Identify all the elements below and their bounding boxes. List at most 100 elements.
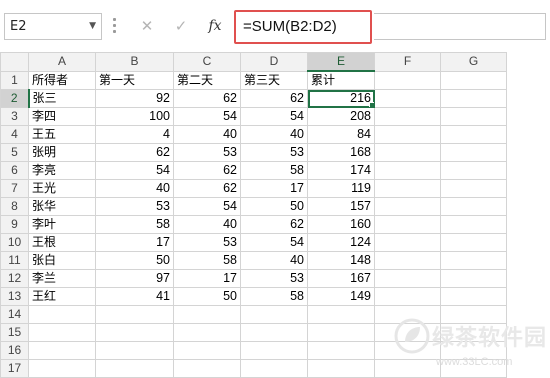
cell-e[interactable]: 160 <box>307 215 375 234</box>
cell-e[interactable]: 84 <box>307 125 375 144</box>
cell-empty[interactable] <box>374 143 441 162</box>
cell-empty[interactable] <box>440 197 507 216</box>
row-header[interactable]: 3 <box>0 107 29 126</box>
cell-c[interactable]: 40 <box>173 125 241 144</box>
row-header[interactable]: 6 <box>0 161 29 180</box>
cell-c[interactable]: 50 <box>173 287 241 306</box>
cell-c[interactable]: 54 <box>173 197 241 216</box>
cell-a[interactable]: 张华 <box>28 197 96 216</box>
cell-d[interactable]: 40 <box>240 125 308 144</box>
cell-e[interactable]: 148 <box>307 251 375 270</box>
cell-b[interactable]: 58 <box>95 215 174 234</box>
row-header[interactable]: 7 <box>0 179 29 198</box>
cell-c[interactable]: 58 <box>173 251 241 270</box>
insert-function-button[interactable]: fx <box>204 14 226 38</box>
cell-d[interactable]: 54 <box>240 233 308 252</box>
cell-d[interactable] <box>240 305 308 324</box>
formula-input-extension[interactable] <box>374 13 546 40</box>
cell-a[interactable]: 所得者 <box>28 70 96 90</box>
cell-empty[interactable] <box>440 269 507 288</box>
cell-b[interactable]: 50 <box>95 251 174 270</box>
cell-empty[interactable] <box>374 89 441 108</box>
cell-a[interactable] <box>28 359 96 378</box>
cell-c[interactable] <box>173 323 241 342</box>
cell-empty[interactable] <box>440 89 507 108</box>
cell-a[interactable]: 李兰 <box>28 269 96 288</box>
cell-d[interactable]: 58 <box>240 287 308 306</box>
cell-d[interactable]: 40 <box>240 251 308 270</box>
cell-c[interactable]: 第二天 <box>173 70 241 90</box>
cell-e[interactable] <box>307 305 375 324</box>
cell-c[interactable]: 62 <box>173 179 241 198</box>
cell-empty[interactable] <box>374 215 441 234</box>
row-header-selected[interactable]: 2 <box>0 89 30 108</box>
cell-empty[interactable] <box>440 179 507 198</box>
row-header[interactable]: 5 <box>0 143 29 162</box>
cell-b[interactable]: 62 <box>95 143 174 162</box>
grip-icon[interactable] <box>113 18 117 34</box>
column-header[interactable]: B <box>95 52 174 72</box>
cell-d[interactable]: 62 <box>240 215 308 234</box>
row-header[interactable]: 17 <box>0 359 29 378</box>
cell-d[interactable]: 第三天 <box>240 70 308 90</box>
cell-e[interactable]: 累计 <box>307 70 375 90</box>
cell-d[interactable] <box>240 359 308 378</box>
active-cell[interactable]: 216 <box>307 89 375 108</box>
name-box[interactable]: E2 ▼ <box>4 13 102 40</box>
cell-e[interactable]: 124 <box>307 233 375 252</box>
column-header[interactable]: A <box>28 52 96 72</box>
cell-empty[interactable] <box>374 197 441 216</box>
cell-a[interactable]: 李叶 <box>28 215 96 234</box>
cell-b[interactable] <box>95 323 174 342</box>
cancel-icon[interactable]: ✕ <box>136 14 158 38</box>
cell-empty[interactable] <box>374 269 441 288</box>
cell-empty[interactable] <box>374 287 441 306</box>
cell-d[interactable]: 54 <box>240 107 308 126</box>
cell-b[interactable] <box>95 359 174 378</box>
cell-empty[interactable] <box>374 179 441 198</box>
cell-e[interactable]: 168 <box>307 143 375 162</box>
cell-d[interactable]: 58 <box>240 161 308 180</box>
cell-c[interactable] <box>173 341 241 360</box>
cell-d[interactable] <box>240 341 308 360</box>
cell-b[interactable] <box>95 341 174 360</box>
cell-b[interactable]: 54 <box>95 161 174 180</box>
row-header[interactable]: 8 <box>0 197 29 216</box>
cell-c[interactable]: 53 <box>173 143 241 162</box>
cell-c[interactable]: 62 <box>173 89 241 108</box>
cell-empty[interactable] <box>374 161 441 180</box>
column-header[interactable]: D <box>240 52 308 72</box>
cell-d[interactable]: 53 <box>240 143 308 162</box>
cell-b[interactable]: 17 <box>95 233 174 252</box>
row-header[interactable]: 13 <box>0 287 29 306</box>
cell-b[interactable]: 97 <box>95 269 174 288</box>
cell-b[interactable]: 4 <box>95 125 174 144</box>
cell-empty[interactable] <box>374 107 441 126</box>
cell-empty[interactable] <box>374 251 441 270</box>
cell-d[interactable]: 62 <box>240 89 308 108</box>
select-all-corner[interactable] <box>0 52 29 72</box>
cell-a[interactable]: 李亮 <box>28 161 96 180</box>
row-header[interactable]: 10 <box>0 233 29 252</box>
cell-a[interactable]: 张白 <box>28 251 96 270</box>
cell-b[interactable]: 53 <box>95 197 174 216</box>
row-header[interactable]: 1 <box>0 70 29 90</box>
row-header[interactable]: 4 <box>0 125 29 144</box>
cell-empty[interactable] <box>440 251 507 270</box>
cell-c[interactable]: 54 <box>173 107 241 126</box>
cell-d[interactable]: 50 <box>240 197 308 216</box>
cell-a[interactable]: 王根 <box>28 233 96 252</box>
column-header[interactable]: F <box>374 52 441 72</box>
cell-c[interactable]: 17 <box>173 269 241 288</box>
cell-e[interactable]: 174 <box>307 161 375 180</box>
cell-a[interactable]: 李四 <box>28 107 96 126</box>
cell-empty[interactable] <box>440 161 507 180</box>
cell-e[interactable]: 149 <box>307 287 375 306</box>
chevron-down-icon[interactable]: ▼ <box>89 14 96 39</box>
cell-empty[interactable] <box>374 233 441 252</box>
cell-c[interactable]: 53 <box>173 233 241 252</box>
cell-empty[interactable] <box>374 70 441 90</box>
row-header[interactable]: 16 <box>0 341 29 360</box>
cell-empty[interactable] <box>374 125 441 144</box>
cell-c[interactable] <box>173 359 241 378</box>
